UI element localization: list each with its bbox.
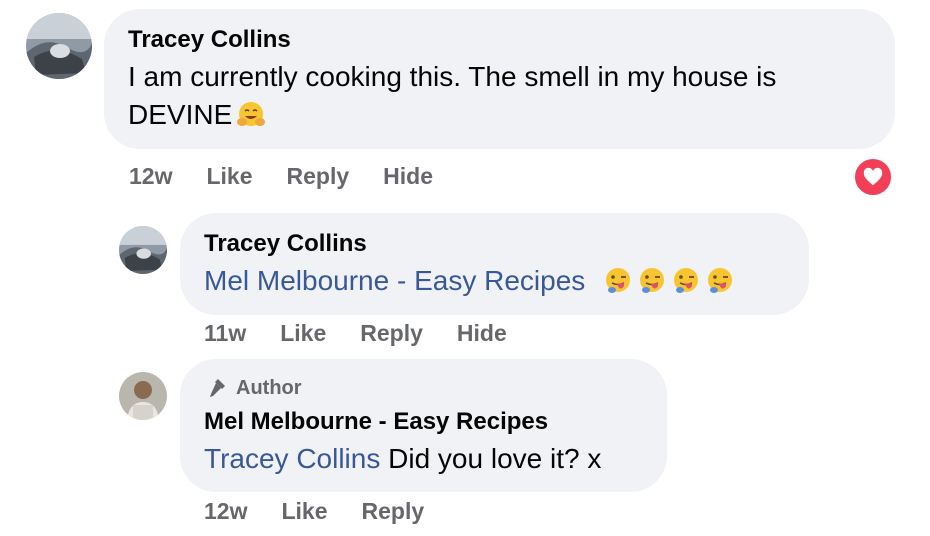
face-with-tongue-emoji-icon — [671, 266, 701, 296]
reply-author[interactable]: Mel Melbourne - Easy Recipes — [204, 408, 548, 436]
mention-link[interactable]: Mel Melbourne - Easy Recipes — [204, 265, 585, 296]
reply-button[interactable]: Reply — [287, 163, 350, 190]
face-with-tongue-emoji-icon — [603, 266, 633, 296]
reply-timestamp[interactable]: 11w — [204, 320, 246, 347]
reply-actions: 11w Like Reply Hide — [204, 320, 541, 347]
reply-text: Tracey Collins Did you love it? x — [204, 440, 601, 478]
reply-button[interactable]: Reply — [362, 498, 425, 525]
face-with-tongue-emoji-icon — [637, 266, 667, 296]
love-reaction-badge[interactable] — [852, 156, 894, 198]
reply-button[interactable]: Reply — [360, 320, 423, 347]
reply-message: Did you love it? x — [388, 443, 602, 474]
microphone-icon — [210, 379, 225, 397]
comment-actions: 12w Like Reply Hide — [129, 163, 467, 190]
author-badge: Author — [204, 376, 302, 400]
like-button[interactable]: Like — [280, 320, 326, 347]
comment-timestamp[interactable]: 12w — [129, 163, 172, 190]
comment-text: I am currently cooking this. The smell i… — [128, 61, 777, 92]
hide-button[interactable]: Hide — [383, 163, 433, 190]
hugging-face-emoji-icon — [236, 100, 266, 130]
tongue-emoji-group — [599, 265, 735, 296]
reply-timestamp[interactable]: 12w — [204, 498, 247, 525]
like-button[interactable]: Like — [281, 498, 327, 525]
avatar[interactable] — [26, 13, 92, 79]
author-badge-label: Author — [236, 376, 302, 399]
heart-icon — [863, 167, 883, 186]
comment-author[interactable]: Tracey Collins — [128, 26, 291, 54]
avatar[interactable] — [119, 226, 167, 274]
reply-text: Mel Melbourne - Easy Recipes — [204, 262, 735, 300]
mention-link[interactable]: Tracey Collins — [204, 443, 380, 474]
like-button[interactable]: Like — [206, 163, 252, 190]
comment-text-line: DEVINE — [128, 96, 266, 134]
comment-text-continued: DEVINE — [128, 99, 233, 130]
face-with-tongue-emoji-icon — [705, 266, 735, 296]
hide-button[interactable]: Hide — [457, 320, 507, 347]
avatar[interactable] — [119, 372, 167, 420]
reply-author[interactable]: Tracey Collins — [204, 230, 367, 258]
reply-actions: 12w Like Reply — [204, 498, 458, 525]
